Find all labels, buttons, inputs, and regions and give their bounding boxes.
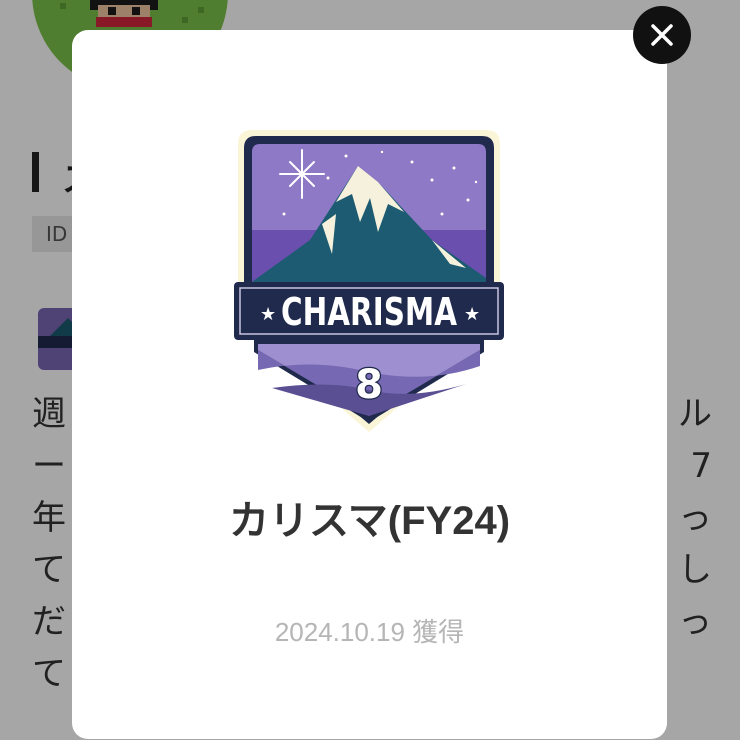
close-icon: [651, 24, 673, 46]
badge-banner-text: CHARISMA: [281, 290, 457, 334]
badge-title: カリスマ(FY24): [228, 499, 511, 543]
svg-text:★: ★: [260, 304, 276, 325]
svg-text:★: ★: [464, 304, 480, 325]
charisma-badge-icon: ★ ★ CHARISMA 8: [234, 130, 504, 432]
close-modal-button[interactable]: [633, 6, 691, 64]
badge-detail-modal: ★ ★ CHARISMA 8 カリスマ(FY24) 2024.10.19 獲得: [72, 30, 667, 739]
acquired-date: 2024.10.19 獲得: [274, 617, 465, 647]
badge-level: 8: [355, 362, 383, 408]
